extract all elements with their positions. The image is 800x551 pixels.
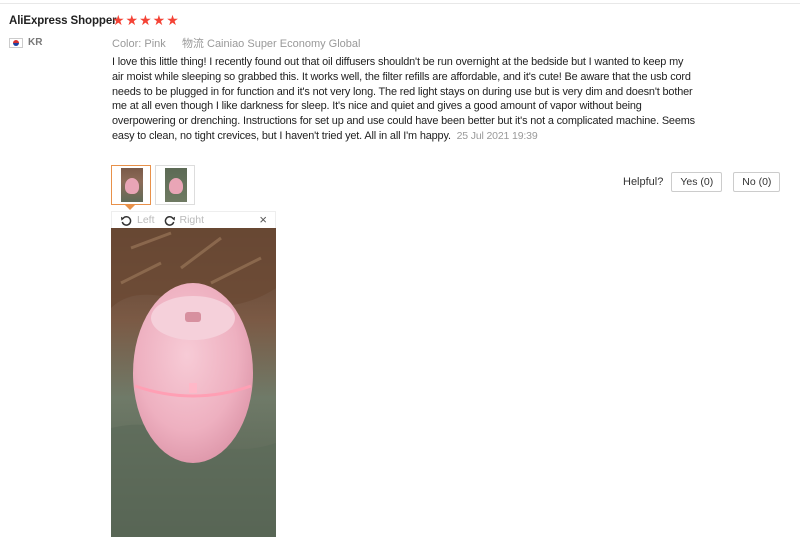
helpful-section: Helpful? Yes (0) No (0) (623, 172, 781, 192)
rotate-left-icon (120, 215, 132, 226)
helpful-no-button[interactable]: No (0) (733, 172, 781, 192)
helpful-label: Helpful? (623, 176, 664, 188)
top-divider (0, 3, 800, 4)
review-thumbnails (111, 165, 195, 205)
rotate-right-button[interactable]: Right (163, 214, 205, 227)
shipping-label: 物流 (181, 38, 204, 50)
review-thumbnail-1[interactable] (111, 165, 151, 205)
review-thumbnail-2[interactable] (155, 165, 195, 205)
rotate-right-icon (164, 215, 175, 226)
color-label: Color: (112, 38, 142, 50)
active-thumbnail-caret (125, 205, 135, 210)
reviewer-country: KR (9, 37, 42, 48)
close-icon[interactable]: × (259, 212, 267, 227)
review-text: I love this little thing! I recently fou… (112, 55, 697, 144)
rotate-right-label: Right (179, 214, 205, 226)
order-info: Color: Pink 物流 Cainiao Super Economy Glo… (112, 35, 360, 51)
review-photo[interactable] (111, 228, 276, 537)
helpful-yes-button[interactable]: Yes (0) (671, 172, 723, 192)
image-viewer-toolbar: Left Right × (111, 211, 276, 228)
reviewer-name: AliExpress Shopper (9, 15, 117, 27)
review-date: 25 Jul 2021 19:39 (456, 129, 538, 142)
country-code: KR (28, 37, 43, 48)
shipping-value: Cainiao Super Economy Global (207, 38, 361, 50)
review-body: I love this little thing! I recently fou… (112, 56, 695, 142)
rotate-left-label: Left (137, 214, 155, 226)
color-value: Pink (144, 38, 166, 50)
rotate-left-button[interactable]: Left (120, 214, 155, 227)
korea-flag-icon (9, 37, 23, 48)
star-rating: ★★★★★ (112, 12, 180, 28)
